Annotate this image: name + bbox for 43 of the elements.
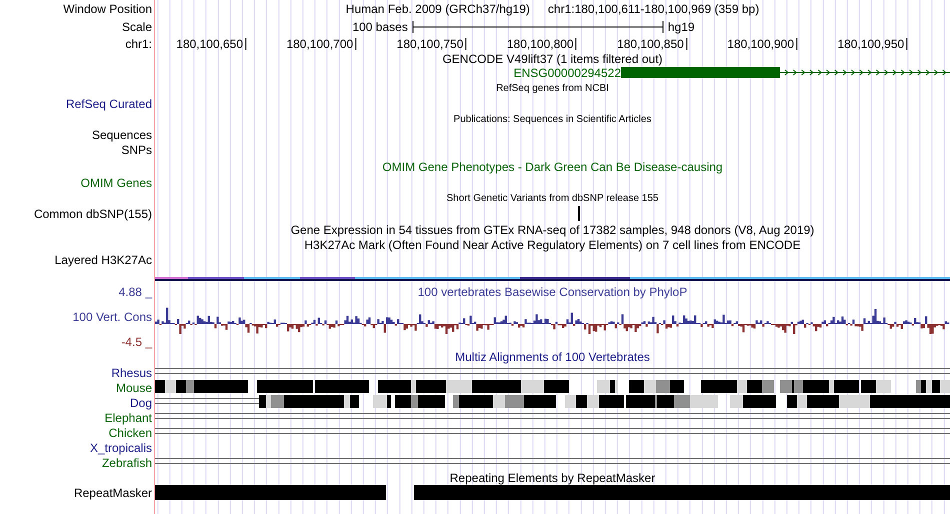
species-label: X_tropicalis — [90, 440, 152, 454]
track-label: Common dbSNP(155) — [34, 206, 152, 220]
gene-label[interactable]: ENSG00000294522 — [514, 66, 621, 80]
track-title: OMIM Gene Phenotypes - Dark Green Can Be Disease-causing — [382, 160, 723, 174]
coordinate-label: 180,100,950 — [837, 38, 908, 50]
row-label: chr1: — [125, 37, 152, 51]
coordinate-label: 180,100,750 — [396, 38, 466, 50]
scale-text: 100 bases — [352, 20, 408, 34]
species-label: Dog — [130, 396, 152, 410]
track-label: OMIM Genes — [80, 176, 152, 190]
track-title: Gene Expression in 54 tissues from GTEx RNA-seq of 17382 samples, 948 donors (V8, Aug 2019) — [290, 222, 814, 236]
track-title: Publications: Sequences in Scientific Articles — [454, 114, 652, 125]
coordinate-label: 180,100,800 — [506, 38, 577, 50]
row-label: Window Position — [63, 2, 152, 16]
track-label: SNPs — [121, 143, 152, 157]
species-label: Mouse — [116, 380, 152, 394]
species-label: Elephant — [104, 410, 152, 424]
axis-label: 4.88 _ — [118, 284, 152, 298]
track-label: 100 Vert. Cons — [72, 310, 152, 324]
track-label: RepeatMasker — [74, 486, 152, 500]
position-text: chr1:180,100,611-180,100,969 (359 bp) — [548, 2, 760, 16]
row-label: Scale — [122, 20, 152, 34]
track-title: H3K27Ac Mark (Often Found Near Active Regulatory Elements) on 7 cell lines from ENCODE — [304, 238, 801, 252]
track-title: Multiz Alignments of 100 Vertebrates — [455, 350, 650, 364]
track-label: RefSeq Curated — [66, 97, 152, 111]
variant-mark — [578, 206, 580, 221]
coordinate-label: 180,100,850 — [617, 38, 687, 50]
assembly-text: Human Feb. 2009 (GRCh37/hg19) — [346, 2, 530, 16]
species-label: Rhesus — [111, 366, 152, 380]
species-label: Zebrafish — [102, 456, 152, 470]
species-label: Chicken — [108, 426, 152, 440]
axis-label: -4.5 _ — [121, 334, 152, 348]
track-title: Short Genetic Variants from dbSNP release 155 — [446, 192, 658, 204]
assembly-name: hg19 — [668, 20, 695, 34]
track-title: 100 vertebrates Basewise Conservation by PhyloP — [418, 284, 688, 298]
coordinate-label: 180,100,650 — [176, 38, 246, 50]
track-title: GENCODE V49lift37 (1 items filtered out) — [442, 52, 663, 66]
track-label: Sequences — [92, 128, 152, 142]
coordinate-label: 180,100,700 — [286, 38, 356, 50]
track-title: RefSeq genes from NCBI — [496, 82, 609, 94]
track-title: Repeating Elements by RepeatMasker — [450, 470, 656, 484]
coordinate-label: 180,100,900 — [727, 38, 797, 50]
track-label: Layered H3K27Ac — [54, 253, 152, 267]
